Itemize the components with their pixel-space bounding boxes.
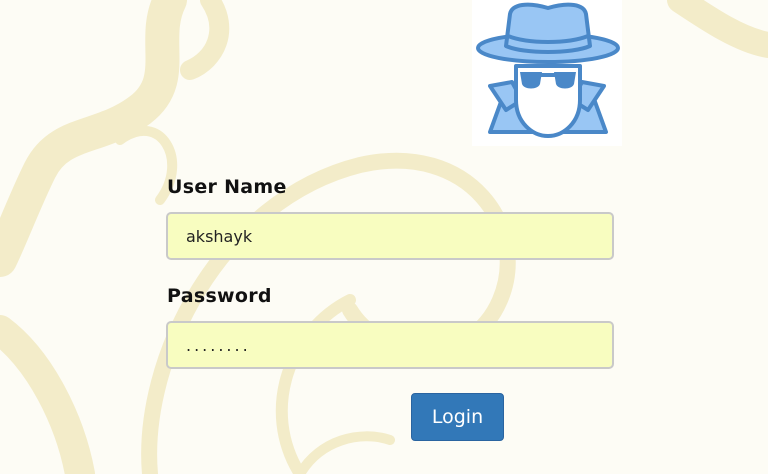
username-input[interactable] (166, 212, 614, 260)
spy-detective-icon (476, 2, 620, 138)
username-label: User Name (167, 176, 287, 198)
spy-logo (472, 0, 622, 146)
password-label: Password (167, 285, 272, 307)
login-button[interactable]: Login (411, 393, 504, 441)
password-input[interactable] (166, 321, 614, 369)
